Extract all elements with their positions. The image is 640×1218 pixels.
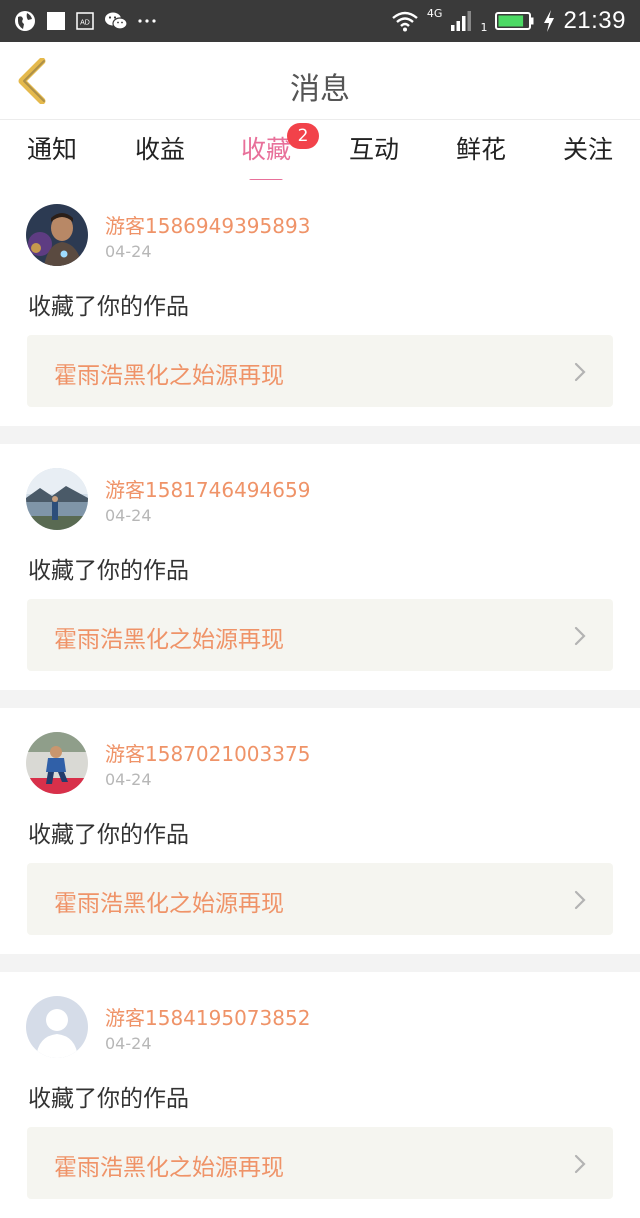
signal-icon xyxy=(450,10,472,32)
list-item: 游客1586949395893 04-24 收藏了你的作品 霍雨浩黑化之始源再现 xyxy=(0,180,640,426)
square-icon xyxy=(46,11,66,31)
username-link[interactable]: 游客1581746494659 xyxy=(105,474,310,503)
ad-icon: AD xyxy=(76,12,94,30)
work-link[interactable]: 霍雨浩黑化之始源再现 xyxy=(27,863,613,935)
work-title: 霍雨浩黑化之始源再现 xyxy=(54,1155,284,1181)
work-link[interactable]: 霍雨浩黑化之始源再现 xyxy=(27,335,613,407)
divider xyxy=(0,954,640,972)
avatar[interactable] xyxy=(26,996,88,1058)
action-text: 收藏了你的作品 xyxy=(28,1086,189,1112)
username-link[interactable]: 游客1587021003375 xyxy=(105,738,310,767)
status-bar: AD 4G 1 21:39 xyxy=(0,0,640,42)
action-text: 收藏了你的作品 xyxy=(28,822,189,848)
date: 04-24 xyxy=(105,1034,152,1053)
page-title: 消息 xyxy=(290,72,350,107)
username-link[interactable]: 游客1584195073852 xyxy=(105,1002,310,1031)
tab-label: 收益 xyxy=(134,135,185,164)
avatar[interactable] xyxy=(26,468,88,530)
list-item: 游客1581746494659 04-24 收藏了你的作品 霍雨浩黑化之始源再现 xyxy=(0,444,640,690)
svg-text:AD: AD xyxy=(80,20,90,27)
list-item: 游客1584195073852 04-24 收藏了你的作品 霍雨浩黑化之始源再现 xyxy=(0,972,640,1218)
avatar[interactable] xyxy=(26,732,88,794)
action-text: 收藏了你的作品 xyxy=(28,558,189,584)
date: 04-24 xyxy=(105,770,152,789)
tab-earnings[interactable]: 收益 xyxy=(128,130,192,180)
more-dots-icon xyxy=(138,18,156,24)
network-type: 4G xyxy=(426,6,443,20)
tab-label: 互动 xyxy=(348,135,399,164)
tab-bar: 通知 收益 收藏 2 互动 鲜花 关注 xyxy=(0,120,640,183)
action-text: 收藏了你的作品 xyxy=(28,294,189,320)
avatar-lake-image xyxy=(26,468,88,530)
work-title: 霍雨浩黑化之始源再现 xyxy=(54,891,284,917)
unread-badge: 2 xyxy=(287,123,319,149)
default-avatar-icon xyxy=(26,996,88,1058)
work-link[interactable]: 霍雨浩黑化之始源再现 xyxy=(27,599,613,671)
wifi-icon xyxy=(391,10,419,32)
work-title: 霍雨浩黑化之始源再现 xyxy=(54,363,284,389)
notification-list: 游客1586949395893 04-24 收藏了你的作品 霍雨浩黑化之始源再现… xyxy=(0,180,640,1218)
chevron-right-icon xyxy=(574,626,586,646)
divider xyxy=(0,426,640,444)
status-bar-right: 4G 1 21:39 xyxy=(391,0,626,42)
tab-favorites[interactable]: 收藏 2 xyxy=(234,123,319,183)
globe-icon xyxy=(14,10,36,32)
tab-label: 收藏 xyxy=(240,135,291,164)
work-title: 霍雨浩黑化之始源再现 xyxy=(54,627,284,653)
avatar-superhero-image xyxy=(26,204,88,266)
status-bar-left: AD xyxy=(14,0,156,42)
divider xyxy=(0,690,640,708)
username-link[interactable]: 游客1586949395893 xyxy=(105,210,310,239)
tab-label: 关注 xyxy=(562,135,613,164)
tab-label: 通知 xyxy=(26,135,77,164)
tab-flowers[interactable]: 鲜花 xyxy=(449,130,513,180)
list-item: 游客1587021003375 04-24 收藏了你的作品 霍雨浩黑化之始源再现 xyxy=(0,708,640,954)
chevron-right-icon xyxy=(574,890,586,910)
avatar-child-image xyxy=(26,732,88,794)
chevron-right-icon xyxy=(574,362,586,382)
chevron-right-icon xyxy=(574,1154,586,1174)
date: 04-24 xyxy=(105,242,152,261)
header: 消息 xyxy=(0,42,640,120)
tab-label: 鲜花 xyxy=(455,135,506,164)
battery-icon xyxy=(495,11,535,31)
tab-notifications[interactable]: 通知 xyxy=(20,130,84,180)
clock: 21:39 xyxy=(563,7,626,34)
tab-following[interactable]: 关注 xyxy=(556,130,620,180)
sim-slot: 1 xyxy=(480,20,488,34)
avatar[interactable] xyxy=(26,204,88,266)
date: 04-24 xyxy=(105,506,152,525)
tab-interaction[interactable]: 互动 xyxy=(342,130,406,180)
charging-icon xyxy=(543,10,555,32)
wechat-icon xyxy=(104,11,128,31)
